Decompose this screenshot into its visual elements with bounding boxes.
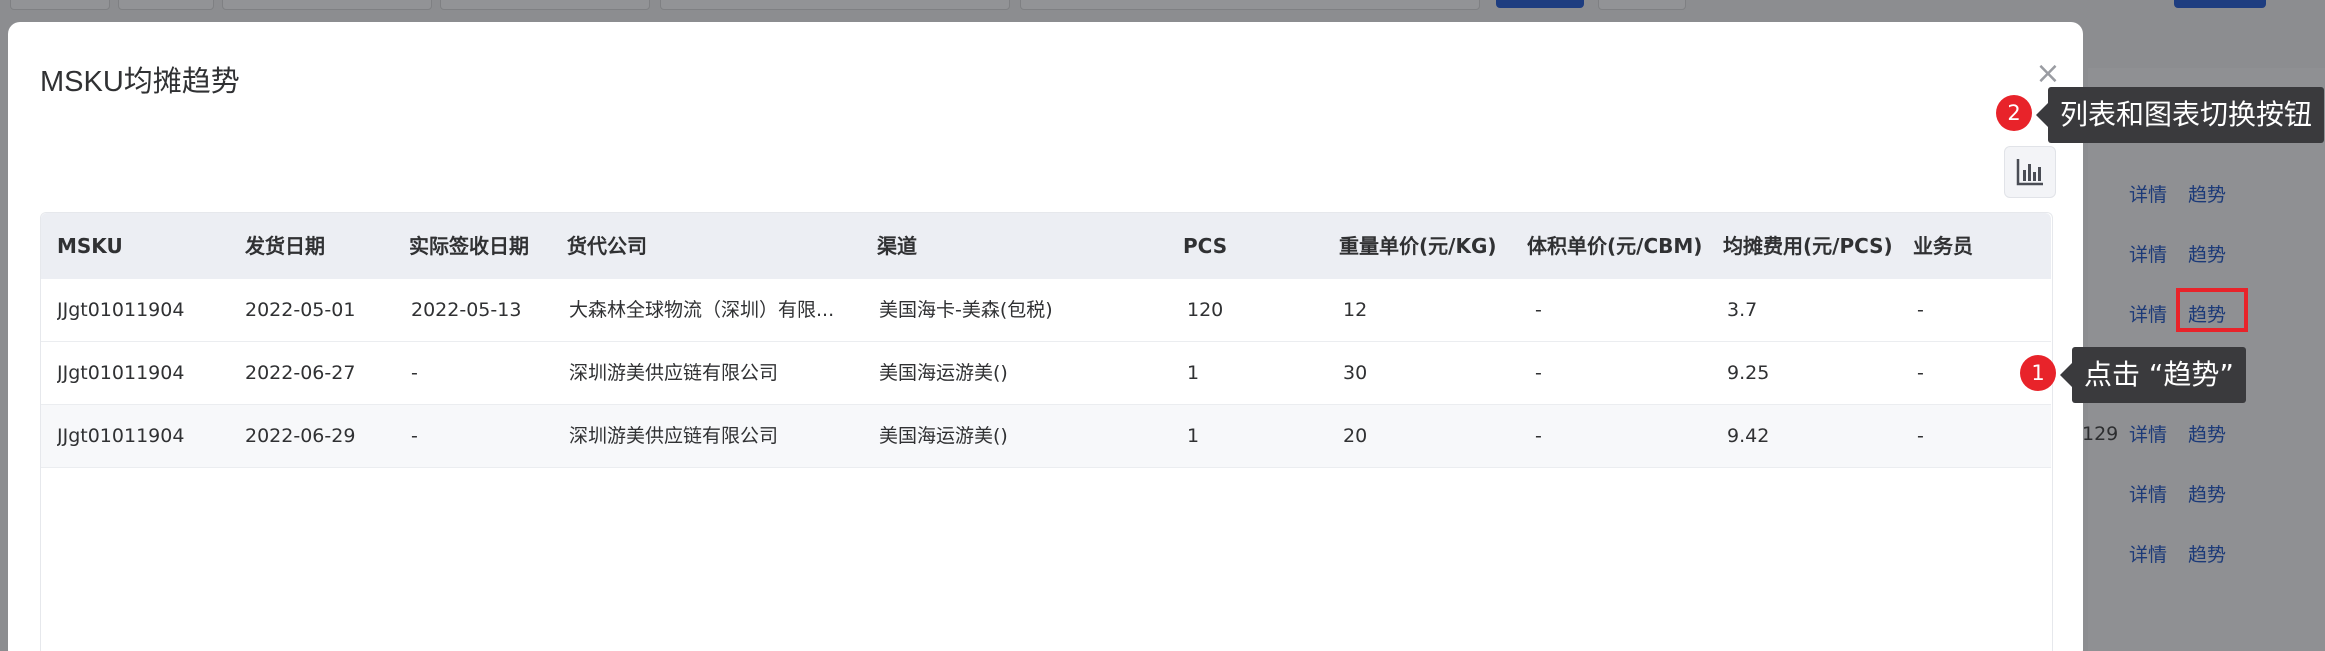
table-cell: - (1917, 299, 1924, 321)
background-trend-link[interactable]: 趋势 (2188, 175, 2226, 215)
background-trend-link[interactable]: 趋势 (2188, 415, 2226, 455)
table-cell: 20 (1343, 425, 1368, 447)
background-filter (222, 0, 432, 10)
table-cell: 2022-06-27 (245, 362, 356, 384)
table-header: MSKU 发货日期 实际签收日期 货代公司 渠道 PCS 重量单价(元/KG) 体积单价(元/… (41, 213, 2051, 279)
background-search (1020, 0, 1480, 10)
table-cell: - (411, 362, 418, 384)
background-trend-link[interactable]: 趋势 (2188, 475, 2226, 515)
column-header: 业务员 (1913, 234, 1973, 258)
table-cell: 美国海运游美() (879, 362, 1008, 384)
column-header: 体积单价(元/CBM) (1527, 234, 1703, 258)
background-trend-link[interactable]: 趋势 (2188, 535, 2226, 575)
table-cell: 30 (1343, 362, 1368, 384)
table-cell: 1 (1187, 362, 1200, 384)
table-cell: - (1917, 425, 1924, 447)
column-header: MSKU (57, 234, 123, 258)
background-filter (440, 0, 650, 10)
table-cell: - (1535, 362, 1542, 384)
callout-tooltip-2: 列表和图表切换按钮 (2035, 87, 2325, 143)
table-cell: 3.7 (1727, 299, 1758, 321)
background-filter (660, 0, 1010, 10)
background-filter (118, 0, 214, 10)
msku-table: MSKU 发货日期 实际签收日期 货代公司 渠道 PCS 重量单价(元/KG) 体积单价(元/… (40, 212, 2053, 651)
table-cell: 2022-05-01 (245, 299, 356, 321)
background-action-button (2174, 0, 2266, 8)
background-partial-number: 129 (2082, 423, 2119, 445)
table-row: JJgt01011904 2022-05-01 2022-05-13 大森林全球物流（… (41, 279, 2051, 342)
chart-toggle-button[interactable] (2004, 146, 2056, 198)
msku-trend-modal: MSKU均摊趋势 × MSKU 发货日期 实际签收日期 货代公司 渠道 PCS 重量单价(元… (8, 22, 2083, 651)
table-cell: JJgt01011904 (57, 425, 185, 447)
background-toolbar (0, 0, 2325, 18)
background-detail-link: 详情 (2129, 304, 2168, 326)
background-search-button (1496, 0, 1584, 8)
column-header: PCS (1183, 234, 1228, 258)
table-cell: 9.42 (1727, 425, 1770, 447)
table-row: JJgt01011904 2022-06-27 - 深圳游美供应链有限公司 美国海运游美… (41, 342, 2051, 405)
background-trend-link[interactable]: 趋势 (2188, 235, 2226, 275)
column-header: 货代公司 (567, 234, 647, 258)
column-header: 均摊费用(元/PCS) (1723, 234, 1893, 258)
table-cell: 120 (1187, 299, 1224, 321)
table-cell: JJgt01011904 (57, 362, 185, 384)
table-row: JJgt01011904 2022-06-29 - 深圳游美供应链有限公司 美国海运游美… (41, 405, 2051, 468)
table-cell: 深圳游美供应链有限公司 (569, 425, 779, 447)
table-cell: - (411, 425, 418, 447)
highlight-trend-link (2176, 288, 2248, 332)
column-header: 渠道 (877, 234, 917, 258)
table-cell: 1 (1187, 425, 1200, 447)
background-detail-link: 详情 (2129, 244, 2168, 266)
background-detail-link: 详情 (2129, 544, 2168, 566)
table-cell: JJgt01011904 (57, 299, 185, 321)
table-cell: 大森林全球物流（深圳）有限... (569, 299, 835, 321)
callout-badge-1: 1 (2020, 355, 2056, 391)
table-cell: 美国海运游美() (879, 425, 1008, 447)
modal-title: MSKU均摊趋势 (40, 66, 240, 98)
callout-tooltip-1: 点击 “趋势” (2060, 347, 2246, 403)
table-cell: 2022-06-29 (245, 425, 356, 447)
table-cell: 9.25 (1727, 362, 1770, 384)
background-filter (10, 0, 110, 10)
table-cell: 深圳游美供应链有限公司 (569, 362, 779, 384)
background-detail-link: 详情 (2129, 184, 2168, 206)
bar-chart-icon (2016, 159, 2043, 186)
callout-badge-2: 2 (1996, 95, 2032, 131)
table-cell: 美国海卡-美森(包税) (879, 299, 1053, 321)
column-header: 重量单价(元/KG) (1339, 234, 1497, 258)
column-header: 发货日期 (245, 234, 325, 258)
table-cell: - (1535, 425, 1542, 447)
background-reset-button (1598, 0, 1686, 10)
table-cell: 12 (1343, 299, 1368, 321)
background-detail-link: 详情 (2129, 484, 2168, 506)
table-cell: 2022-05-13 (411, 299, 522, 321)
background-detail-link: 详情 (2129, 424, 2168, 446)
column-header: 实际签收日期 (409, 234, 529, 258)
table-cell: - (1535, 299, 1542, 321)
